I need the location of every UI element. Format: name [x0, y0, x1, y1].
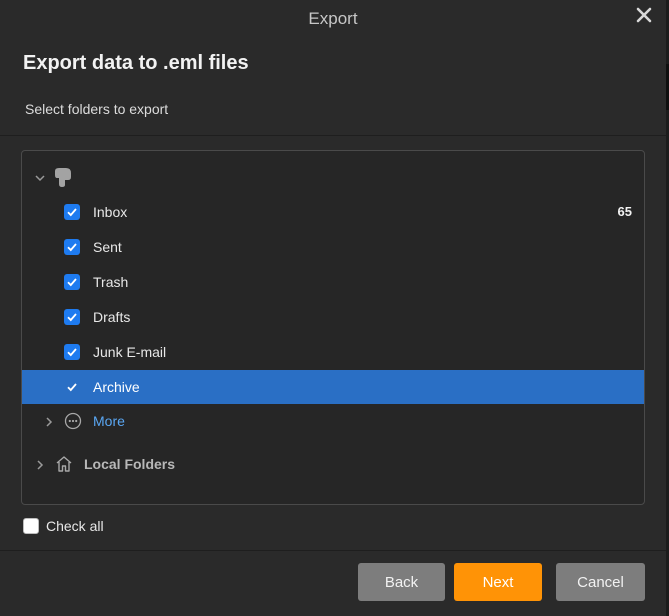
folder-label: Junk E-mail	[93, 344, 167, 360]
folder-checkbox[interactable]	[64, 309, 80, 325]
dialog-subheading: Select folders to export	[25, 101, 169, 117]
folder-checkbox[interactable]	[64, 379, 80, 395]
check-all-label[interactable]: Check all	[46, 518, 104, 534]
dialog-title: Export	[308, 9, 358, 28]
folder-label: Inbox	[93, 204, 128, 220]
chevron-right-icon[interactable]	[34, 458, 46, 470]
folder-row-archive[interactable]: Archive	[22, 370, 644, 404]
folder-label: Sent	[93, 239, 122, 255]
folder-checkbox[interactable]	[64, 204, 80, 220]
folder-tree: Inbox 65 Sent Trash Drafts Junk E-mail A…	[21, 150, 645, 505]
title-bar: Export	[0, 0, 666, 38]
folder-row-inbox[interactable]: Inbox 65	[22, 195, 644, 229]
next-button[interactable]: Next	[454, 563, 542, 601]
folder-checkbox[interactable]	[64, 344, 80, 360]
local-folders-row[interactable]: Local Folders	[22, 448, 644, 480]
home-icon	[54, 454, 74, 474]
folder-row-drafts[interactable]: Drafts	[22, 300, 644, 334]
account-logo-icon	[52, 166, 74, 188]
local-folders-label: Local Folders	[84, 456, 176, 472]
chevron-down-icon[interactable]	[34, 171, 46, 183]
divider	[0, 135, 666, 136]
back-button[interactable]: Back	[358, 563, 445, 601]
dialog-heading: Export data to .eml files	[23, 52, 249, 74]
more-folders-row[interactable]: More	[22, 405, 644, 437]
close-icon[interactable]	[634, 5, 654, 25]
divider	[0, 550, 666, 551]
folder-checkbox[interactable]	[64, 274, 80, 290]
chevron-right-icon[interactable]	[43, 415, 55, 427]
folder-label: Archive	[93, 379, 140, 395]
unread-count: 65	[617, 204, 632, 219]
folder-row-sent[interactable]: Sent	[22, 230, 644, 264]
cancel-button[interactable]: Cancel	[556, 563, 645, 601]
folder-checkbox[interactable]	[64, 239, 80, 255]
more-options-icon	[64, 412, 82, 430]
export-dialog: Export Export data to .eml files Select …	[0, 0, 669, 616]
folder-label: Drafts	[93, 309, 131, 325]
check-all-checkbox[interactable]	[23, 518, 39, 534]
folder-label: Trash	[93, 274, 129, 290]
folder-row-junk-email[interactable]: Junk E-mail	[22, 335, 644, 369]
account-row[interactable]	[22, 163, 644, 191]
more-label[interactable]: More	[93, 413, 125, 429]
folder-row-trash[interactable]: Trash	[22, 265, 644, 299]
